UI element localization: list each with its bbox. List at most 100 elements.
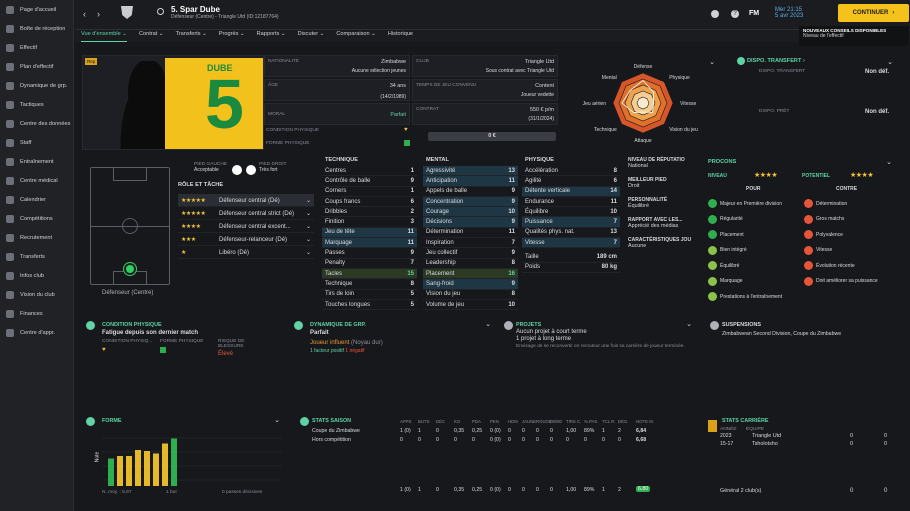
sidebar-item[interactable]: Plan d'effectif: [0, 57, 73, 76]
attribute-row[interactable]: Contrôle de balle 9: [322, 176, 417, 187]
season-col-header[interactable]: TCL R.: [602, 419, 615, 424]
condition-title[interactable]: CONDITION PHYSIQUE: [102, 322, 162, 328]
sidebar-item[interactable]: Staff: [0, 133, 73, 152]
notification[interactable]: NOUVEAUX CONSEILS DISPONIBLES Niveau de …: [799, 26, 909, 46]
season-col-header[interactable]: BUTS: [418, 419, 429, 424]
attribute-row[interactable]: Placement 16: [423, 268, 518, 280]
sidebar-item[interactable]: Vision du club: [0, 285, 73, 304]
attribute-row[interactable]: Courage 10: [423, 207, 518, 218]
attribute-row[interactable]: Puissance 7: [522, 217, 620, 228]
tab[interactable]: Discuter ⌄: [298, 30, 325, 42]
fm-logo[interactable]: FM: [749, 10, 759, 17]
chevron-down-icon[interactable]: ⌄: [485, 320, 491, 328]
season-col-header[interactable]: HDM: [508, 419, 518, 424]
dynamics-title[interactable]: DYNAMIQUE DE GRP.: [310, 322, 366, 328]
tab[interactable]: Transferts ⌄: [176, 30, 207, 42]
attribute-row[interactable]: Marquage 11: [322, 238, 417, 249]
season-col-header[interactable]: TIRS C.: [566, 419, 581, 424]
attribute-row[interactable]: Technique 8: [322, 279, 417, 290]
career-team[interactable]: Tsholotsho: [752, 441, 778, 447]
attribute-row[interactable]: Endurance 11: [522, 197, 620, 208]
chevron-down-icon[interactable]: ⌄: [274, 416, 280, 424]
chevron-down-icon[interactable]: ⌄: [887, 58, 893, 66]
forme-title[interactable]: FORME: [102, 418, 121, 424]
transfer-title[interactable]: DISPO. TRANSFERT ›: [747, 58, 895, 64]
season-col-header[interactable]: DB/90: [550, 419, 562, 424]
season-col-header[interactable]: PDA: [472, 419, 481, 424]
season-col-header[interactable]: DÉC: [436, 419, 445, 424]
sidebar-item[interactable]: Infos club: [0, 266, 73, 285]
search-icon[interactable]: [157, 8, 164, 15]
attribute-row[interactable]: Touches longues 5: [322, 300, 417, 311]
season-col-header[interactable]: APPS: [400, 419, 411, 424]
tab[interactable]: Contrat ⌄: [139, 30, 164, 42]
season-col-header[interactable]: NOTE M.: [636, 419, 654, 424]
attribute-row[interactable]: Qualités phys. nat. 13: [522, 228, 620, 239]
season-row-name[interactable]: Coupe du Zimbabwe: [312, 428, 360, 434]
sidebar-item[interactable]: Dynamique de grp.: [0, 76, 73, 95]
ball-icon[interactable]: [711, 10, 719, 18]
chevron-down-icon[interactable]: ⌄: [709, 58, 715, 66]
nationality-value[interactable]: Zimbabwe: [381, 59, 406, 65]
attribute-row[interactable]: Volume de jeu 10: [423, 300, 518, 311]
season-row-name[interactable]: Hors compétition: [312, 437, 351, 443]
procons-title[interactable]: PROCONS: [708, 159, 894, 165]
attribute-row[interactable]: Vision du jeu 8: [423, 290, 518, 300]
datetime[interactable]: Mer 21:15 5 avr 2023: [775, 7, 803, 19]
attribute-row[interactable]: Jeu collectif 9: [423, 248, 518, 259]
sidebar-item[interactable]: Entraînement: [0, 152, 73, 171]
attribute-row[interactable]: Centres 1: [322, 166, 417, 177]
attribute-row[interactable]: Tacles 15: [322, 268, 417, 280]
attribute-row[interactable]: Penalty 7: [322, 259, 417, 269]
sidebar-item[interactable]: Centre d'appr.: [0, 323, 73, 342]
role-row[interactable]: ★★★★ Défenseur central excent... ⌄: [178, 220, 314, 233]
career-title[interactable]: STATS CARRIÈRE: [722, 418, 769, 424]
back-icon[interactable]: ‹: [83, 9, 86, 19]
sidebar-item[interactable]: Compétitions: [0, 209, 73, 228]
tab[interactable]: Rapports ⌄: [257, 30, 286, 42]
attribute-row[interactable]: Détermination 11: [423, 228, 518, 239]
attribute-row[interactable]: Concentration 9: [423, 196, 518, 208]
chevron-down-icon[interactable]: ⌄: [886, 158, 892, 166]
sidebar-item[interactable]: Page d'accueil: [0, 0, 73, 19]
attribute-row[interactable]: Dribbles 2: [322, 207, 417, 218]
role-row[interactable]: ★ Libéro (Dé) ⌄: [178, 246, 314, 259]
attribute-row[interactable]: Tirs de loin 5: [322, 290, 417, 300]
sidebar-item[interactable]: Transferts: [0, 247, 73, 266]
tab[interactable]: Progrès ⌄: [219, 30, 245, 42]
projects-title[interactable]: PROJETS: [516, 322, 541, 328]
sidebar-item[interactable]: Tactiques: [0, 95, 73, 114]
club-value[interactable]: Triangle Utd: [525, 59, 554, 65]
sidebar-item[interactable]: Centre médical: [0, 171, 73, 190]
attribute-row[interactable]: Appels de balle 9: [423, 187, 518, 197]
tab[interactable]: Comparaison ⌄: [336, 30, 376, 42]
sidebar-item[interactable]: Boîte de réception: [0, 19, 73, 38]
attribute-row[interactable]: Coups francs 6: [322, 197, 417, 208]
attribute-row[interactable]: Corners 1: [322, 187, 417, 197]
season-col-header[interactable]: PEN: [490, 419, 499, 424]
attribute-row[interactable]: Passes 9: [322, 248, 417, 259]
role-row[interactable]: ★★★★★ Défenseur central (Dé) ⌄: [178, 194, 314, 207]
career-team[interactable]: Triangle Utd: [752, 433, 781, 439]
sidebar-item[interactable]: Finances: [0, 304, 73, 323]
attribute-row[interactable]: Détente verticale 14: [522, 186, 620, 197]
attribute-row[interactable]: Jeu de tête 11: [322, 227, 417, 239]
role-row[interactable]: ★★★★★ Défenseur central strict (Dé) ⌄: [178, 207, 314, 220]
attribute-row[interactable]: Finition 3: [322, 217, 417, 228]
sidebar-item[interactable]: Centre des données: [0, 114, 73, 133]
role-row[interactable]: ★★★ Défenseur-relanceur (Dé) ⌄: [178, 233, 314, 246]
season-title[interactable]: STATS SAISON: [312, 418, 351, 424]
forward-icon[interactable]: ›: [97, 9, 100, 19]
tab[interactable]: Vue d'ensemble ⌄: [81, 30, 127, 42]
attribute-row[interactable]: Anticipation 11: [423, 176, 518, 187]
season-col-header[interactable]: DÉG.: [618, 419, 629, 424]
attribute-row[interactable]: Vitesse 7: [522, 238, 620, 249]
attribute-row[interactable]: Leadership 8: [423, 259, 518, 269]
sidebar-item[interactable]: Recrutement: [0, 228, 73, 247]
attribute-row[interactable]: Accélération 8: [522, 166, 620, 177]
help-icon[interactable]: ?: [731, 10, 739, 18]
position-dot[interactable]: [126, 265, 134, 273]
attribute-row[interactable]: Agilité 6: [522, 176, 620, 187]
sidebar-item[interactable]: Effectif: [0, 38, 73, 57]
tab[interactable]: Historique: [388, 30, 413, 42]
